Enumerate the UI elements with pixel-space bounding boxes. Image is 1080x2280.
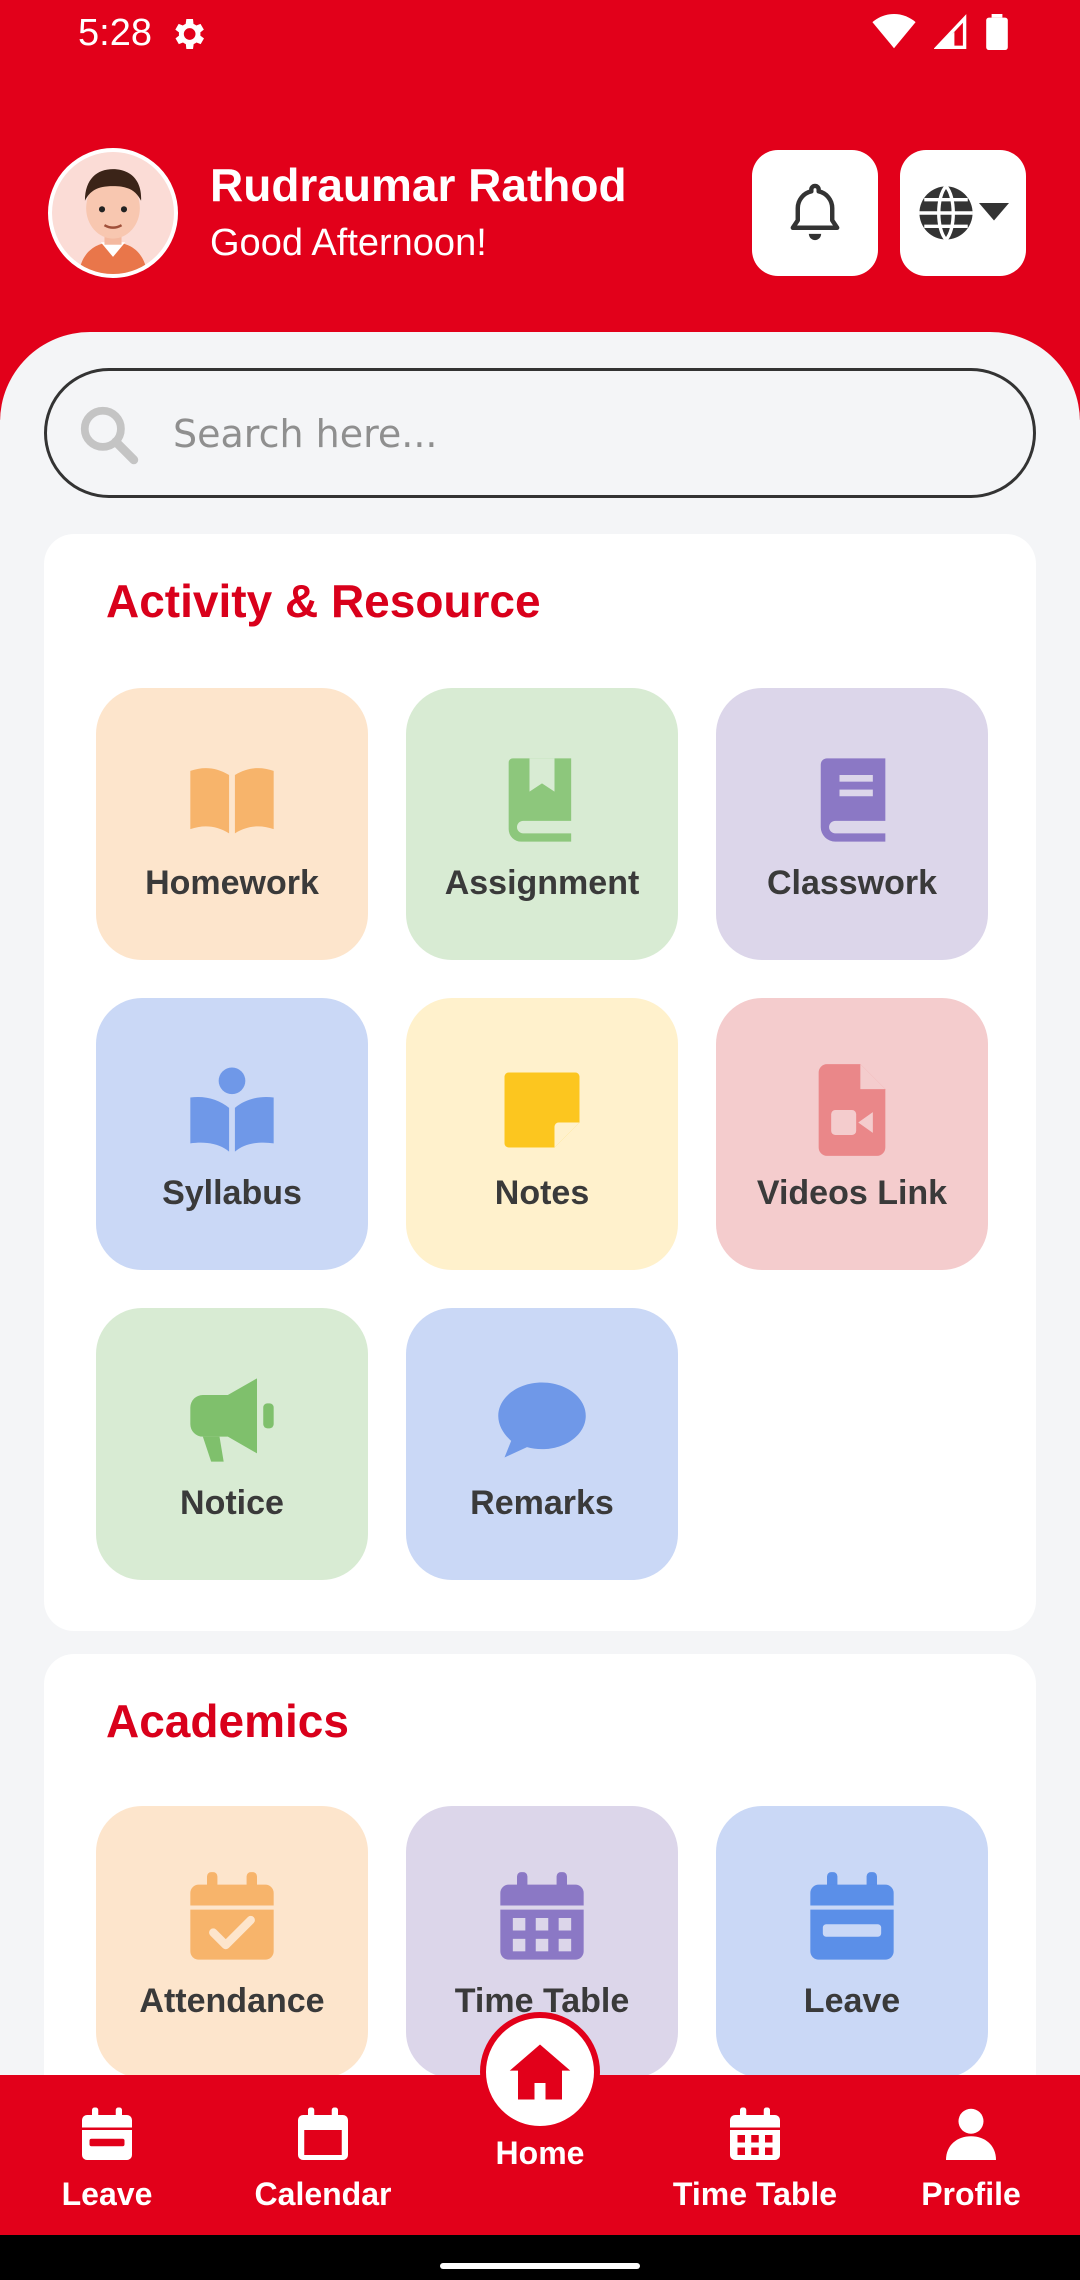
reader-icon	[190, 1067, 274, 1152]
tile-label: Assignment	[444, 864, 640, 902]
nav-item-time-table[interactable]: Time Table	[655, 2105, 855, 2213]
tile-syllabus[interactable]: Syllabus	[96, 998, 368, 1270]
book-icon	[820, 758, 886, 842]
tile-label: Attendance	[139, 1982, 325, 2020]
notifications-button[interactable]	[752, 150, 878, 276]
activity-resource-card: Activity & Resource Homework Assignment …	[44, 534, 1036, 1631]
nav-item-profile[interactable]: Profile	[871, 2105, 1071, 2213]
status-time: 5:28	[78, 12, 152, 54]
user-name: Rudraumar Rathod	[210, 159, 627, 211]
avatar[interactable]	[48, 148, 178, 278]
open-book-icon	[190, 768, 274, 834]
avatar-illustration-icon	[52, 152, 174, 274]
chat-bubble-icon	[498, 1382, 586, 1458]
bell-icon	[790, 183, 840, 241]
search-icon	[80, 406, 139, 465]
gesture-navigation-area	[0, 2235, 1080, 2280]
home-icon	[509, 2044, 571, 2100]
search-input[interactable]	[173, 401, 993, 467]
search-bar[interactable]	[44, 368, 1036, 498]
tile-leave[interactable]: Leave	[716, 1806, 988, 2078]
signal-icon	[934, 14, 967, 49]
status-icons	[872, 14, 1008, 50]
nav-label: Leave	[61, 2176, 153, 2212]
battery-icon	[986, 14, 1008, 50]
status-bar: 5:28	[0, 0, 1080, 70]
calendar-icon	[298, 2107, 348, 2160]
sticky-note-icon	[504, 1072, 580, 1148]
tile-label: Syllabus	[162, 1174, 302, 1212]
calendar-check-icon	[190, 1872, 274, 1960]
tile-notice[interactable]: Notice	[96, 1308, 368, 1580]
calendar-grid-icon	[730, 2107, 780, 2160]
tile-remarks[interactable]: Remarks	[406, 1308, 678, 1580]
academics-section-title: Academics	[106, 1695, 349, 1747]
nav-label-home[interactable]: Home	[440, 2135, 640, 2172]
tile-videos-link[interactable]: Videos Link	[716, 998, 988, 1270]
nav-label: Time Table	[672, 2176, 838, 2212]
tile-label: Homework	[145, 864, 319, 902]
tile-label: Notes	[494, 1174, 590, 1212]
tile-assignment[interactable]: Assignment	[406, 688, 678, 960]
nav-item-calendar[interactable]: Calendar	[223, 2105, 423, 2213]
greeting-text: Good Afternoon!	[210, 222, 487, 264]
gesture-handle[interactable]	[440, 2263, 640, 2269]
tile-classwork[interactable]: Classwork	[716, 688, 988, 960]
megaphone-icon	[190, 1378, 274, 1462]
tile-notes[interactable]: Notes	[406, 998, 678, 1270]
tile-label: Remarks	[470, 1484, 614, 1522]
nav-label: Calendar	[254, 2176, 392, 2212]
nav-item-leave[interactable]: Leave	[7, 2105, 207, 2213]
calendar-minus-icon	[82, 2107, 132, 2160]
tile-label: Classwork	[766, 864, 938, 902]
tile-attendance[interactable]: Attendance	[96, 1806, 368, 2078]
settings-gear-icon	[175, 19, 204, 49]
bookmark-book-icon	[508, 758, 572, 842]
globe-icon	[919, 185, 973, 241]
nav-item-home[interactable]	[480, 2012, 600, 2132]
tile-label: Videos Link	[756, 1174, 948, 1212]
tile-label: Notice	[180, 1484, 284, 1522]
video-file-icon	[818, 1064, 886, 1156]
nav-label: Profile	[921, 2176, 1021, 2212]
activity-section-title: Activity & Resource	[106, 575, 541, 627]
tile-label: Leave	[803, 1982, 901, 2020]
calendar-minus-icon	[810, 1872, 894, 1960]
language-selector-button[interactable]	[900, 150, 1026, 276]
calendar-grid-icon	[500, 1872, 584, 1960]
user-icon	[946, 2108, 996, 2160]
wifi-icon	[872, 14, 916, 49]
tile-homework[interactable]: Homework	[96, 688, 368, 960]
chevron-down-icon	[979, 203, 1009, 221]
